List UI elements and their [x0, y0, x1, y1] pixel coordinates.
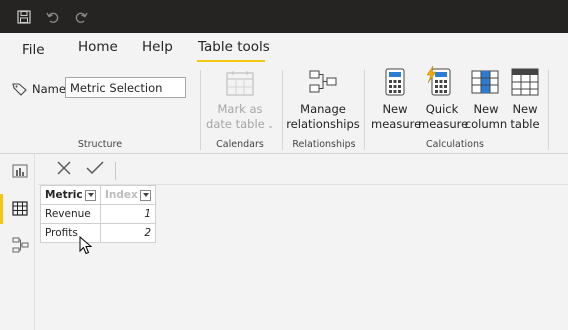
tab-home[interactable]: Home [78, 39, 118, 55]
save-icon[interactable] [16, 9, 32, 25]
data-table: Metric Index Revenue 1 Profits 2 [40, 185, 156, 243]
ribbon-separator [364, 70, 365, 150]
group-label-calendars: Calendars [216, 139, 264, 150]
new-column-button[interactable]: New column [464, 102, 508, 132]
quick-measure-button[interactable]: Quick measure [418, 102, 468, 132]
table-row: Revenue 1 [40, 204, 156, 224]
manage-relationships-button[interactable]: Manage relationships [286, 102, 360, 132]
table-cell-index[interactable]: 2 [100, 223, 156, 243]
tab-help[interactable]: Help [142, 39, 173, 55]
chevron-down-icon: ⌄ [264, 121, 274, 130]
group-label-relationships: Relationships [292, 139, 356, 150]
table-row: Profits 2 [40, 223, 156, 243]
group-label-calculations: Calculations [426, 139, 484, 150]
new-table-icon [511, 68, 539, 100]
active-tab-indicator [197, 60, 265, 62]
check-icon[interactable] [86, 160, 104, 180]
tab-file[interactable]: File [22, 42, 45, 58]
title-bar [0, 0, 568, 33]
column-header-label: Metric [45, 189, 83, 201]
mark-as-date-table-button: Mark as date table ⌄ [205, 102, 275, 133]
active-view-indicator [0, 194, 3, 224]
mouse-cursor-icon [79, 235, 93, 260]
ribbon-separator [548, 70, 549, 150]
name-label: Name [32, 82, 66, 96]
ribbon-separator [200, 70, 201, 150]
filter-dropdown-icon[interactable] [85, 189, 96, 201]
table-name-input[interactable] [65, 77, 186, 98]
new-column-icon [471, 70, 499, 98]
manage-relationships-icon [308, 68, 338, 100]
new-measure-button[interactable]: New measure [371, 102, 421, 132]
undo-icon[interactable] [45, 9, 61, 25]
model-view-icon[interactable] [12, 237, 29, 257]
column-header-metric[interactable]: Metric [40, 185, 101, 205]
column-header-index[interactable]: Index [100, 185, 156, 205]
ribbon-separator [282, 70, 283, 150]
column-header-label: Index [105, 189, 138, 201]
mark-as-date-table-label: Mark as date table [206, 102, 265, 131]
table-header-row: Metric Index [40, 185, 156, 205]
group-label-structure: Structure [77, 139, 123, 150]
formula-bar [38, 154, 568, 185]
new-table-button[interactable]: New table [507, 102, 543, 132]
tab-table-tools[interactable]: Table tools [198, 39, 270, 55]
data-view-icon[interactable] [12, 201, 28, 220]
quick-measure-icon [425, 65, 451, 100]
filter-dropdown-icon[interactable] [140, 189, 151, 201]
close-icon[interactable] [56, 160, 72, 180]
table-cell-metric[interactable]: Revenue [40, 204, 101, 224]
redo-icon[interactable] [73, 9, 89, 25]
formula-bar-separator [115, 162, 116, 180]
table-cell-index[interactable]: 1 [100, 204, 156, 224]
ribbon-tabs: File Home Help Table tools [0, 33, 568, 65]
tag-icon [12, 81, 28, 100]
calendar-icon [226, 70, 254, 100]
report-view-icon[interactable] [12, 163, 28, 182]
new-measure-icon [385, 68, 405, 100]
